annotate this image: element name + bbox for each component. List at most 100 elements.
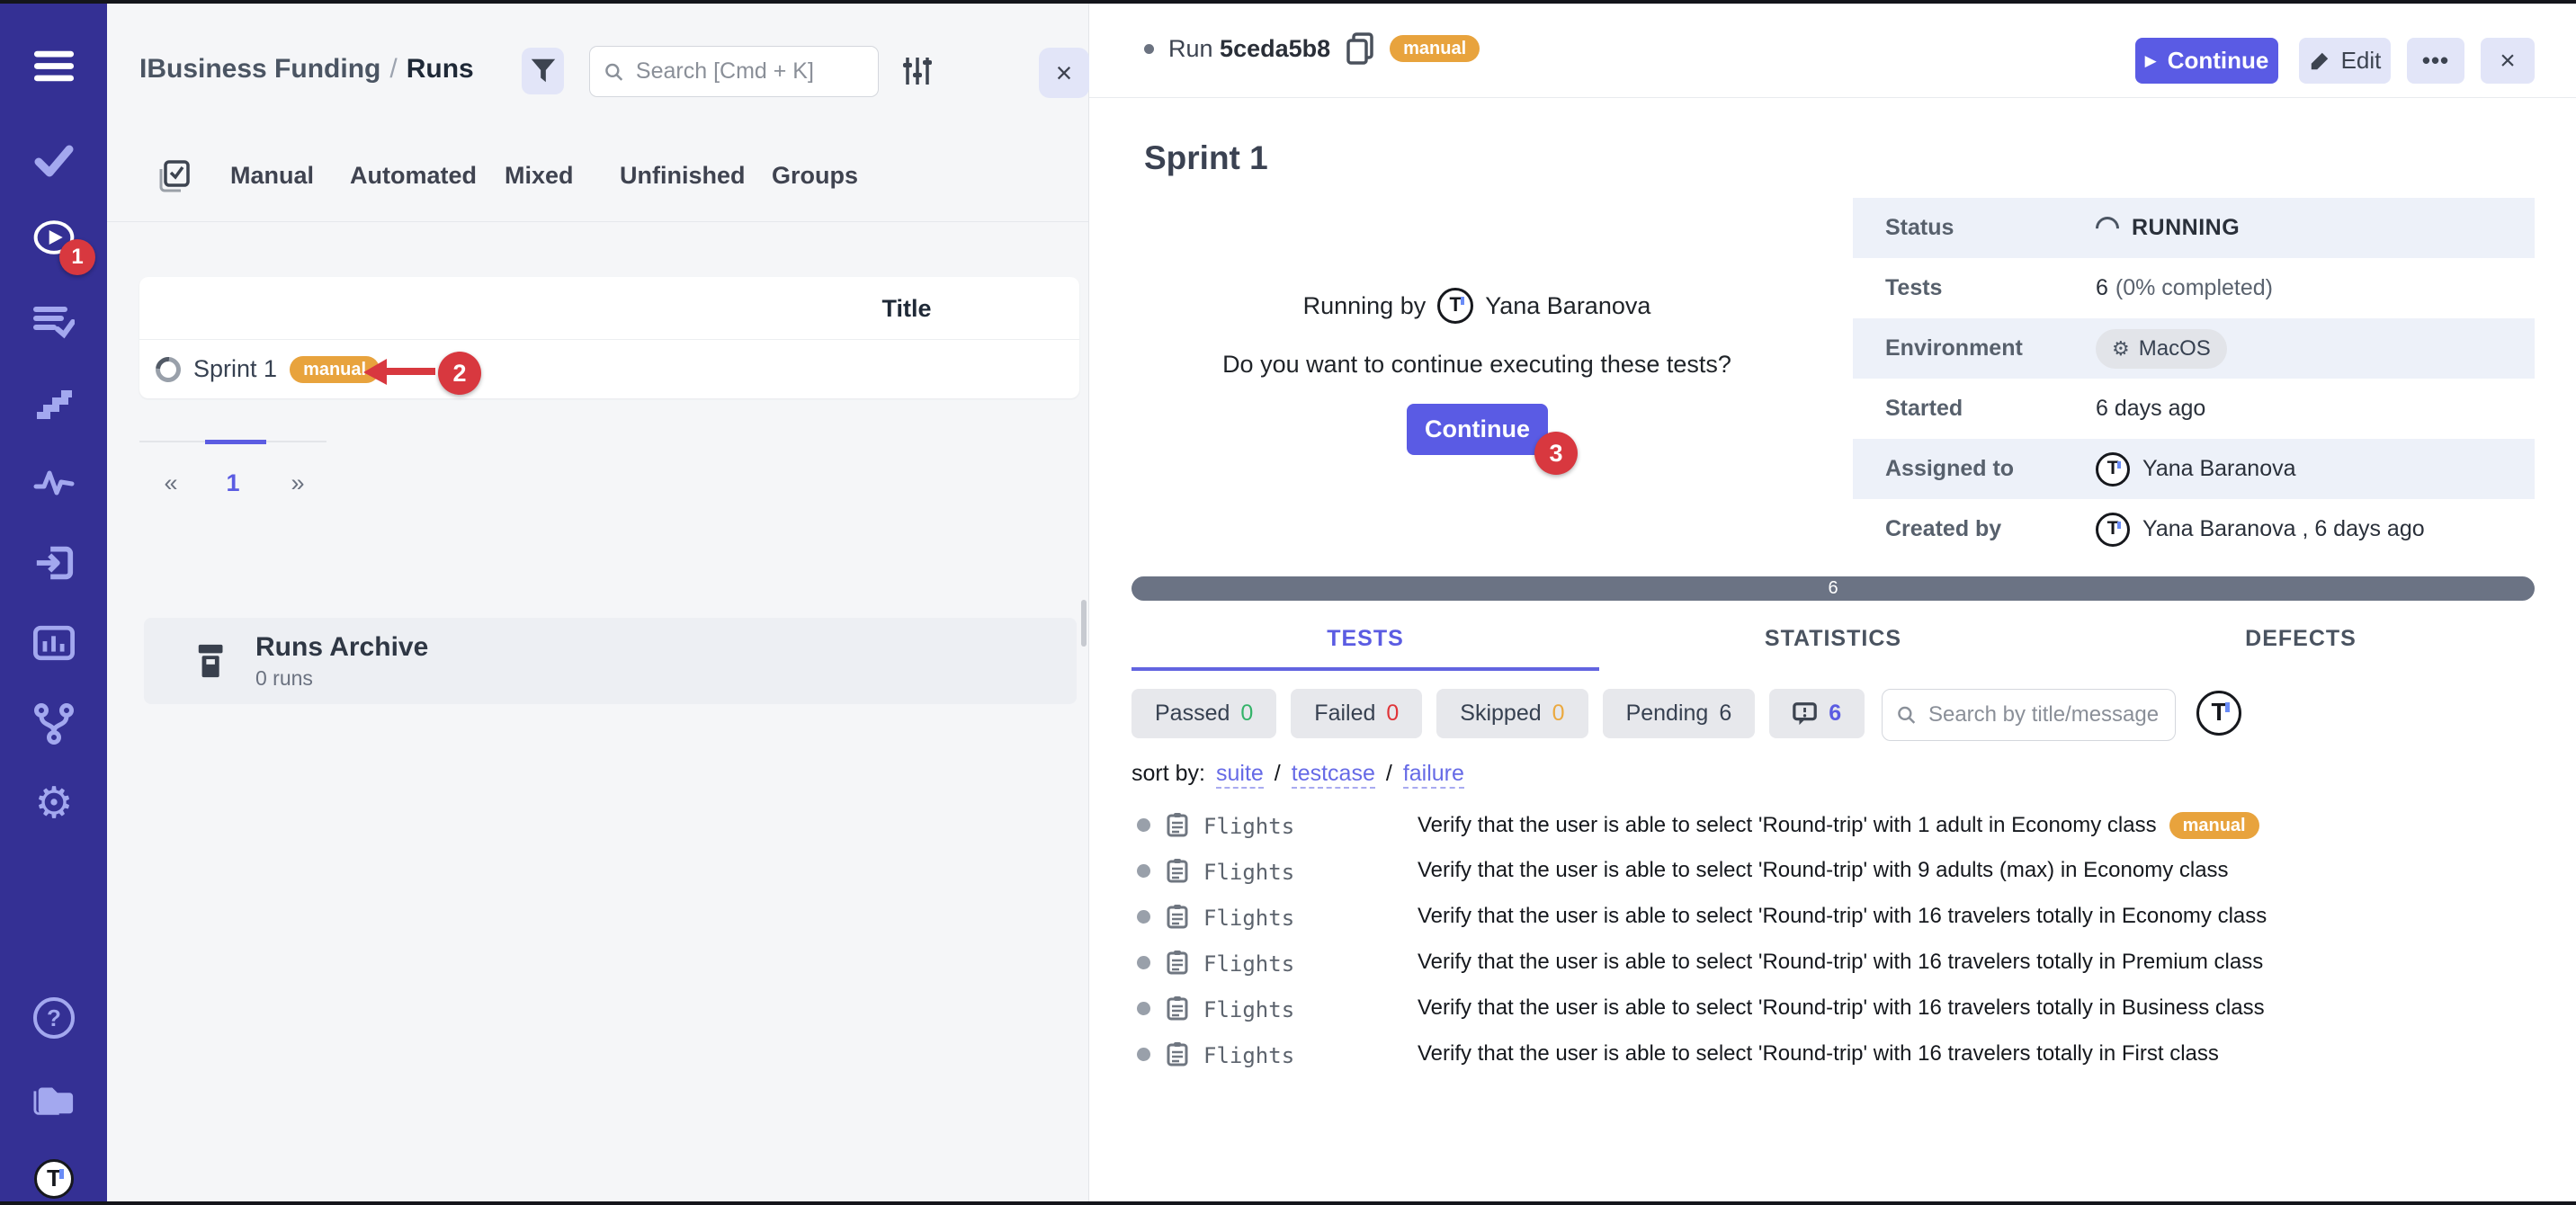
running-by-line: Running by T Yana Baranova <box>1144 288 1810 324</box>
edit-button[interactable]: Edit <box>2299 38 2391 84</box>
sort-by-suite[interactable]: suite <box>1216 761 1264 789</box>
test-suite[interactable]: Flights <box>1203 1043 1294 1068</box>
tab-defects[interactable]: DEFECTS <box>2067 626 2535 652</box>
reports-chart-icon[interactable] <box>33 622 75 664</box>
pagination-page-1[interactable]: 1 <box>226 469 239 497</box>
test-title[interactable]: Verify that the user is able to select '… <box>1418 950 2263 975</box>
test-row[interactable]: Flights Verify that the user is able to … <box>1088 848 2348 894</box>
menu-icon[interactable] <box>33 46 75 87</box>
continue-button-main[interactable]: Continue <box>1407 404 1548 455</box>
tab-groups[interactable]: Groups <box>772 162 858 190</box>
user-logo-avatar[interactable]: T <box>33 1158 75 1200</box>
select-all-icon[interactable] <box>157 160 190 192</box>
run-progress-bar: 6 <box>1131 576 2535 601</box>
test-row[interactable]: Flights Verify that the user is able to … <box>1088 940 2348 986</box>
tab-manual[interactable]: Manual <box>230 162 314 190</box>
tabs-divider <box>107 221 1088 222</box>
annotation-step-2: 2 <box>438 352 481 395</box>
test-suite[interactable]: Flights <box>1203 906 1294 931</box>
plans-list-icon[interactable] <box>33 300 75 342</box>
run-row-sprint-1[interactable]: Sprint 1 manual <box>139 340 1079 398</box>
test-row[interactable]: Flights Verify that the user is able to … <box>1088 802 2348 848</box>
archive-title: Runs Archive <box>255 632 428 663</box>
filter-comments[interactable]: 6 <box>1769 689 1865 738</box>
test-title[interactable]: Verify that the user is able to select '… <box>1418 904 2267 929</box>
filter-user-avatar[interactable]: T <box>2196 691 2241 736</box>
run-detail-panel: Run 5ceda5b8 manual ▶Continue Edit ••• ×… <box>1088 0 2576 1205</box>
test-badge: manual <box>2169 812 2259 839</box>
projects-folder-icon[interactable] <box>33 1077 75 1119</box>
gear-icon[interactable]: ⚙ <box>33 783 75 825</box>
more-button[interactable]: ••• <box>2407 38 2464 84</box>
pagination-prev[interactable]: « <box>164 469 177 497</box>
close-run-button[interactable]: × <box>2481 38 2535 84</box>
assignee-avatar: T <box>2096 452 2130 486</box>
filter-failed[interactable]: Failed0 <box>1291 689 1422 738</box>
tab-unfinished[interactable]: Unfinished <box>620 162 746 190</box>
tab-mixed[interactable]: Mixed <box>505 162 574 190</box>
test-title[interactable]: Verify that the user is able to select '… <box>1418 995 2265 1021</box>
close-panel-button[interactable]: × <box>1039 48 1089 98</box>
scrollbar-thumb[interactable] <box>1081 600 1087 647</box>
search-icon <box>604 61 623 83</box>
test-status-dot <box>1137 1048 1150 1061</box>
app-sidebar: ⚙ ? T 1 <box>0 0 107 1205</box>
help-icon[interactable]: ? <box>33 997 75 1039</box>
runs-search-input[interactable] <box>634 58 863 85</box>
continue-question: Do you want to continue executing these … <box>1144 351 1810 379</box>
filter-pending[interactable]: Pending6 <box>1603 689 1756 738</box>
sort-by-failure[interactable]: failure <box>1403 761 1464 789</box>
continue-button-header[interactable]: ▶Continue <box>2135 38 2278 84</box>
environment-chip[interactable]: ⚙MacOS <box>2096 329 2227 369</box>
pagination-next[interactable]: » <box>291 469 304 497</box>
tab-automated[interactable]: Automated <box>350 162 477 190</box>
steps-icon[interactable] <box>33 381 75 423</box>
tests-count: 6 <box>2096 275 2108 301</box>
filter-button[interactable] <box>522 48 564 94</box>
breadcrumb-project[interactable]: IBusiness Funding <box>139 54 380 84</box>
test-suite[interactable]: Flights <box>1203 997 1294 1022</box>
test-row[interactable]: Flights Verify that the user is able to … <box>1088 894 2348 940</box>
test-suite[interactable]: Flights <box>1203 814 1294 839</box>
branch-icon[interactable] <box>33 703 75 745</box>
sort-label: sort by: <box>1131 761 1205 787</box>
column-settings-icon[interactable] <box>902 54 933 88</box>
test-title[interactable]: Verify that the user is able to select '… <box>1418 1041 2219 1067</box>
runner-name: Yana Baranova <box>1485 292 1650 320</box>
breadcrumb-current: Runs <box>407 54 474 84</box>
tab-statistics[interactable]: STATISTICS <box>1599 626 2067 652</box>
runs-list-panel: IBusiness Funding/Runs × Manual Automate… <box>107 0 1089 1205</box>
test-suite[interactable]: Flights <box>1203 860 1294 885</box>
testcase-icon <box>1166 1041 1189 1067</box>
assignee-name: Yana Baranova <box>2142 456 2296 482</box>
sort-by-testcase[interactable]: testcase <box>1292 761 1375 789</box>
window-bottom-edge <box>0 1201 2576 1205</box>
test-title[interactable]: Verify that the user is able to select '… <box>1418 858 2229 883</box>
play-icon: ▶ <box>2145 53 2157 68</box>
breadcrumb: IBusiness Funding/Runs <box>139 54 474 85</box>
import-icon[interactable] <box>33 542 75 584</box>
runs-table: Title Sprint 1 manual <box>139 277 1079 398</box>
run-status-icon <box>150 352 185 387</box>
run-id: 5ceda5b8 <box>1220 35 1330 62</box>
test-row[interactable]: Flights Verify that the user is able to … <box>1088 1031 2348 1077</box>
filter-passed[interactable]: Passed0 <box>1131 689 1276 738</box>
runner-avatar: T <box>1437 288 1473 324</box>
runs-archive-card[interactable]: Runs Archive 0 runs <box>144 618 1077 704</box>
tests-check-icon[interactable] <box>33 139 75 181</box>
activity-pulse-icon[interactable] <box>33 461 75 503</box>
detail-row-status: Status RUNNING <box>1853 198 2535 258</box>
filter-skipped[interactable]: Skipped0 <box>1436 689 1588 738</box>
test-row[interactable]: Flights Verify that the user is able to … <box>1088 986 2348 1031</box>
test-suite[interactable]: Flights <box>1203 951 1294 977</box>
run-row-title[interactable]: Sprint 1 <box>193 355 277 383</box>
running-by-label: Running by <box>1303 292 1427 320</box>
tests-search-input[interactable] <box>1927 701 2160 728</box>
test-status-dot <box>1137 864 1150 878</box>
copy-icon[interactable] <box>1345 31 1375 66</box>
result-filters: Passed0 Failed0 Skipped0 Pending6 6 <box>1131 689 1865 738</box>
test-title[interactable]: Verify that the user is able to select '… <box>1418 813 2157 838</box>
test-status-dot <box>1137 910 1150 924</box>
tab-tests[interactable]: TESTS <box>1131 626 1599 652</box>
pagination-rail <box>139 441 326 442</box>
